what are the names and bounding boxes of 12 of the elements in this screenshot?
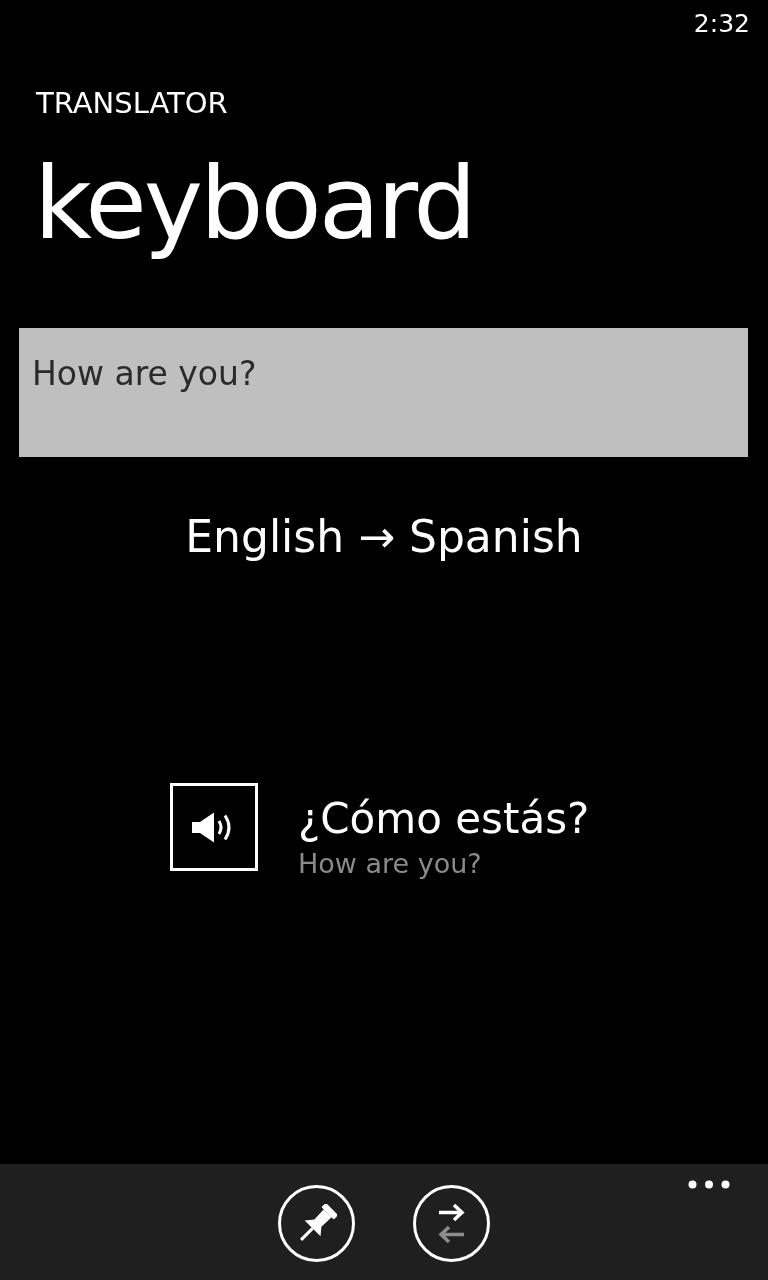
- swap-button[interactable]: [413, 1185, 490, 1262]
- app-title: TRANSLATOR: [36, 86, 228, 120]
- language-pair[interactable]: English → Spanish: [185, 511, 583, 563]
- source-text: How are you?: [298, 848, 482, 880]
- translation-text: ¿Cómo estás?: [298, 795, 590, 843]
- speaker-button[interactable]: [170, 783, 258, 871]
- more-icon[interactable]: [688, 1180, 730, 1189]
- clock-time: 2:32: [693, 9, 750, 39]
- page-title: keyboard: [34, 149, 474, 259]
- text-input-field[interactable]: How are you?: [19, 328, 748, 457]
- pin-button[interactable]: [278, 1185, 355, 1262]
- swap-icon: [438, 1203, 465, 1244]
